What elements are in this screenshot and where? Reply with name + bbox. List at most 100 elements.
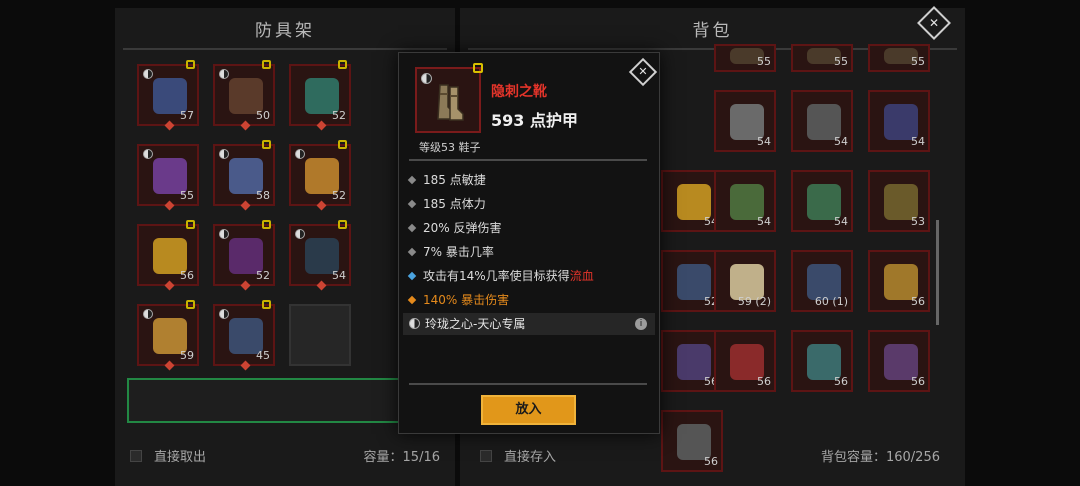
yinyang-icon <box>219 149 229 159</box>
item-level: 55 <box>834 55 848 68</box>
set-yinyang-icon <box>421 73 432 84</box>
armor-rack-slot[interactable]: 57 <box>137 60 199 131</box>
armor-rack-slot[interactable]: 58 <box>213 140 275 211</box>
item-level: 54 <box>757 215 771 228</box>
backpack-slot[interactable]: 56 <box>868 330 930 392</box>
boots-icon <box>437 84 464 121</box>
backpack-title: 背包 <box>692 21 733 41</box>
diamond-icon <box>407 295 417 305</box>
item-level: 56 <box>911 375 925 388</box>
armor-rack-slot[interactable]: 50 <box>213 60 275 131</box>
lock-icon[interactable] <box>473 63 483 73</box>
armor-rack-slot[interactable]: 52 <box>289 60 351 131</box>
item-level: 55 <box>757 55 771 68</box>
backpack-slot[interactable]: 56 <box>868 250 930 312</box>
backpack-slot[interactable]: 56 <box>714 330 776 392</box>
item-level: 50 <box>256 109 270 122</box>
lock-icon <box>186 300 195 309</box>
armor-rack-slot[interactable]: 52 <box>213 220 275 291</box>
item-level: 56 <box>911 295 925 308</box>
armor-rack-slot[interactable]: 45 <box>213 300 275 371</box>
item-level: 55 <box>180 189 194 202</box>
backpack-slot[interactable]: 53 <box>868 170 930 232</box>
backpack-slot[interactable]: 54 <box>714 170 776 232</box>
diamond-icon <box>407 175 417 185</box>
lock-icon <box>338 220 347 229</box>
direct-store-checkbox[interactable] <box>480 450 492 462</box>
lock-icon <box>186 220 195 229</box>
item-level: 54 <box>332 269 346 282</box>
armor-rack-slot[interactable]: 52 <box>289 140 351 211</box>
item-level: 56 <box>180 269 194 282</box>
backpack-capacity: 背包容量：160/256 <box>820 450 940 465</box>
diamond-icon <box>407 199 417 209</box>
yinyang-icon <box>219 309 229 319</box>
info-icon[interactable]: i <box>635 318 647 330</box>
storage-extension-bar <box>127 378 407 423</box>
item-level: 52 <box>332 189 346 202</box>
armor-rack-slot[interactable]: 55 <box>137 144 199 211</box>
backpack-slot[interactable]: 55 <box>868 44 930 72</box>
stat-reflect: 20% 反弹伤害 <box>407 219 502 237</box>
backpack-slot[interactable]: 54 <box>714 90 776 152</box>
item-level: 55 <box>911 55 925 68</box>
armor-rack-slot[interactable]: 54 <box>289 220 351 291</box>
lock-icon <box>262 140 271 149</box>
lock-icon <box>338 140 347 149</box>
stat-agility: 185 点敏捷 <box>407 171 486 189</box>
item-level: 57 <box>180 109 194 122</box>
item-level: 54 <box>757 135 771 148</box>
item-tooltip: 隐刺之靴 593 点护甲 等级53 鞋子 ✕ 185 点敏捷 185 点体力 2… <box>398 52 660 434</box>
direct-store-label: 直接存入 <box>504 450 557 465</box>
diamond-icon <box>407 271 417 281</box>
backpack-slot[interactable]: 56 <box>791 330 853 392</box>
lock-icon <box>338 60 347 69</box>
item-level: 59 <box>180 349 194 362</box>
backpack-slot[interactable]: 55 <box>714 44 776 72</box>
item-level-type: 等级53 鞋子 <box>419 141 481 154</box>
item-level: 59 (2) <box>737 295 771 308</box>
item-level: 60 (1) <box>814 295 848 308</box>
item-armor: 593 点护甲 <box>491 111 578 130</box>
backpack-slot[interactable]: 54 <box>791 170 853 232</box>
backpack-footer: 直接存入 背包容量：160/256 <box>480 446 940 465</box>
yinyang-icon <box>219 229 229 239</box>
yinyang-icon <box>143 69 153 79</box>
armor-rack-capacity: 容量：15/16 <box>363 450 440 465</box>
set-bonus-row[interactable]: 玲珑之心-天心专属 i <box>403 313 655 335</box>
item-level: 54 <box>834 135 848 148</box>
yinyang-icon <box>143 149 153 159</box>
backpack-slot[interactable]: 60 (1) <box>791 250 853 312</box>
armor-rack-slot[interactable]: 56 <box>137 220 199 291</box>
item-level: 54 <box>834 215 848 228</box>
diamond-icon <box>407 223 417 233</box>
tooltip-divider-top <box>409 159 647 161</box>
lock-icon <box>262 60 271 69</box>
backpack-scrollbar[interactable] <box>936 220 939 325</box>
place-button[interactable]: 放入 <box>481 395 576 425</box>
yinyang-icon <box>295 229 305 239</box>
armor-rack-empty-slot[interactable] <box>289 304 351 366</box>
diamond-icon <box>407 247 417 257</box>
backpack-slot[interactable]: 59 (2) <box>714 250 776 312</box>
yinyang-icon <box>295 149 305 159</box>
item-level: 53 <box>911 215 925 228</box>
yinyang-icon <box>219 69 229 79</box>
item-level: 52 <box>332 109 346 122</box>
item-level: 56 <box>834 375 848 388</box>
item-level: 45 <box>256 349 270 362</box>
stat-stamina: 185 点体力 <box>407 195 486 213</box>
yinyang-icon <box>143 309 153 319</box>
stat-crit-chance: 7% 暴击几率 <box>407 243 494 261</box>
lock-icon <box>262 300 271 309</box>
backpack-slot[interactable]: 54 <box>791 90 853 152</box>
item-level: 52 <box>256 269 270 282</box>
armor-rack-slot[interactable]: 59 <box>137 300 199 371</box>
backpack-slot[interactable]: 54 <box>868 90 930 152</box>
item-icon-slot <box>415 67 481 133</box>
backpack-slot[interactable]: 55 <box>791 44 853 72</box>
tooltip-close-icon[interactable]: ✕ <box>628 57 658 87</box>
item-level: 56 <box>757 375 771 388</box>
item-level: 54 <box>911 135 925 148</box>
direct-take-checkbox[interactable] <box>130 450 142 462</box>
